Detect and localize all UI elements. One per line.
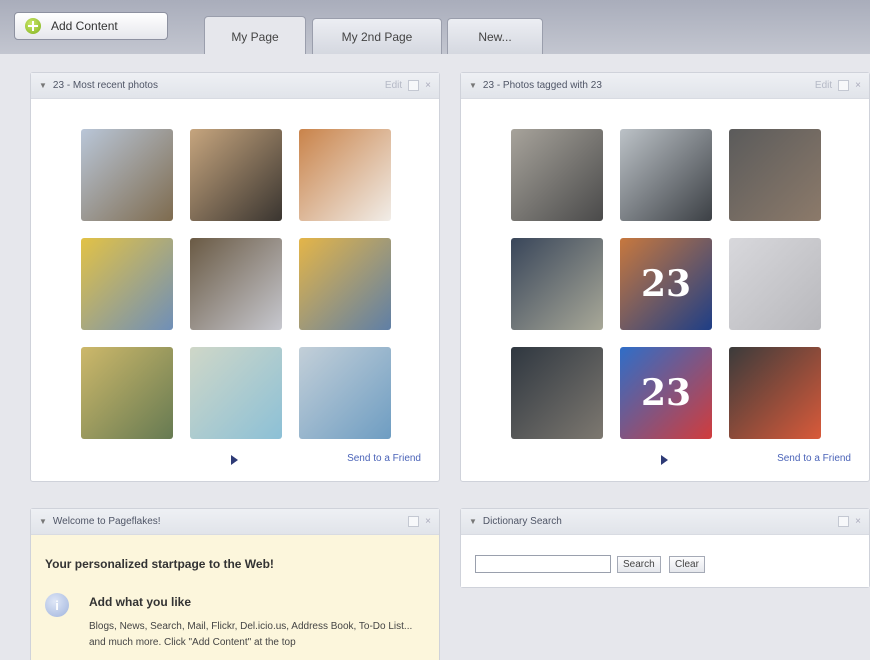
- photo-thumbnail[interactable]: [511, 347, 603, 439]
- photo-thumbnail[interactable]: [299, 347, 391, 439]
- flickr-tagged-widget: ▼ 23 - Photos tagged with 23 Edit × 23 23…: [460, 72, 870, 482]
- maximize-icon[interactable]: [408, 516, 420, 527]
- photo-thumbnail[interactable]: [81, 238, 173, 330]
- photo-grid: 23 23: [511, 129, 821, 439]
- next-arrow-icon[interactable]: [661, 455, 668, 465]
- photo-thumbnail[interactable]: [729, 347, 821, 439]
- photo-thumbnail[interactable]: [511, 129, 603, 221]
- collapse-triangle-icon[interactable]: ▼: [469, 517, 477, 526]
- widget-header: ▼ Dictionary Search ×: [461, 509, 869, 535]
- photo-thumbnail-text: 23: [640, 372, 692, 414]
- photo-thumbnail[interactable]: [81, 347, 173, 439]
- welcome-widget: ▼ Welcome to Pageflakes! × Your personal…: [30, 508, 440, 660]
- tab-new[interactable]: New...: [447, 18, 543, 54]
- dictionary-search-widget: ▼ Dictionary Search × Search Clear: [460, 508, 870, 588]
- top-header: Add Content My Page My 2nd Page New...: [0, 0, 870, 56]
- add-content-label: Add Content: [51, 19, 118, 33]
- page-area: ▼ 23 - Most recent photos Edit × Send to…: [0, 54, 870, 660]
- edit-button[interactable]: Edit: [385, 80, 402, 91]
- add-content-button[interactable]: Add Content: [14, 12, 168, 40]
- photo-thumbnail[interactable]: [511, 238, 603, 330]
- collapse-triangle-icon[interactable]: ▼: [39, 517, 47, 526]
- photo-thumbnail[interactable]: [190, 347, 282, 439]
- info-icon: i: [45, 593, 69, 617]
- widget-header: ▼ 23 - Photos tagged with 23 Edit ×: [461, 73, 869, 99]
- photo-thumbnail[interactable]: [190, 129, 282, 221]
- flickr-recent-widget: ▼ 23 - Most recent photos Edit × Send to…: [30, 72, 440, 482]
- photo-thumbnail[interactable]: [729, 129, 821, 221]
- welcome-subheading: Add what you like: [89, 595, 192, 609]
- widget-header: ▼ Welcome to Pageflakes! ×: [31, 509, 439, 535]
- widget-title: Welcome to Pageflakes!: [52, 516, 161, 527]
- widget-header: ▼ 23 - Most recent photos Edit ×: [31, 73, 439, 99]
- photo-thumbnail[interactable]: 23: [620, 238, 712, 330]
- send-to-friend-link[interactable]: Send to a Friend: [347, 453, 421, 464]
- widget-title: Dictionary Search: [482, 516, 562, 527]
- widget-title: 23 - Most recent photos: [52, 80, 158, 91]
- close-icon[interactable]: ×: [425, 80, 431, 91]
- clear-button[interactable]: Clear: [669, 556, 705, 573]
- dictionary-body: Search Clear: [461, 535, 869, 587]
- tab-my-page[interactable]: My Page: [204, 16, 306, 56]
- maximize-icon[interactable]: [838, 80, 850, 91]
- photo-thumbnail[interactable]: [620, 129, 712, 221]
- maximize-icon[interactable]: [408, 80, 420, 91]
- close-icon[interactable]: ×: [855, 516, 861, 527]
- send-to-friend-link[interactable]: Send to a Friend: [777, 453, 851, 464]
- welcome-heading: Your personalized startpage to the Web!: [45, 557, 274, 571]
- widget-footer: Send to a Friend: [31, 453, 439, 469]
- maximize-icon[interactable]: [838, 516, 850, 527]
- search-button[interactable]: Search: [617, 556, 661, 573]
- photo-thumbnail[interactable]: [299, 238, 391, 330]
- photo-thumbnail-text: 23: [640, 263, 692, 305]
- welcome-text: Blogs, News, Search, Mail, Flickr, Del.i…: [89, 621, 413, 648]
- collapse-triangle-icon[interactable]: ▼: [469, 81, 477, 90]
- plus-icon: [25, 18, 41, 34]
- photo-thumbnail[interactable]: [729, 238, 821, 330]
- close-icon[interactable]: ×: [855, 80, 861, 91]
- widget-title: 23 - Photos tagged with 23: [482, 80, 602, 91]
- tab-my-2nd-page[interactable]: My 2nd Page: [312, 18, 442, 54]
- photo-thumbnail[interactable]: [299, 129, 391, 221]
- next-arrow-icon[interactable]: [231, 455, 238, 465]
- photo-thumbnail[interactable]: 23: [620, 347, 712, 439]
- dictionary-search-input[interactable]: [475, 555, 611, 573]
- photo-thumbnail[interactable]: [190, 238, 282, 330]
- welcome-body: Your personalized startpage to the Web! …: [31, 535, 439, 660]
- edit-button[interactable]: Edit: [815, 80, 832, 91]
- close-icon[interactable]: ×: [425, 516, 431, 527]
- photo-grid: [81, 129, 391, 439]
- collapse-triangle-icon[interactable]: ▼: [39, 81, 47, 90]
- widget-footer: Send to a Friend: [461, 453, 869, 469]
- photo-thumbnail[interactable]: [81, 129, 173, 221]
